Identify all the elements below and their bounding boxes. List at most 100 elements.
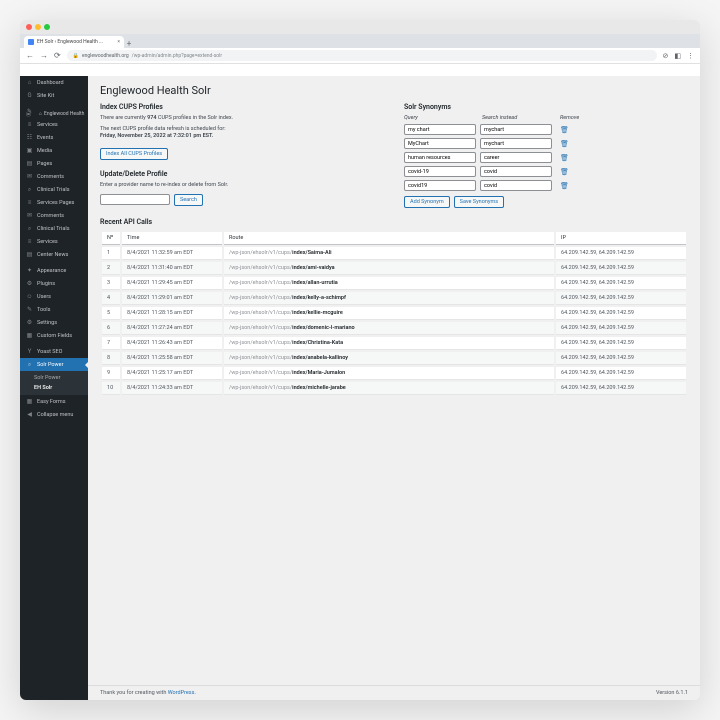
sidebar-item-media[interactable]: ▣Media xyxy=(20,144,88,157)
sidebar-item-collapse-menu[interactable]: ◀Collapse menu xyxy=(20,408,88,421)
synonym-header: Query Search instead Remove xyxy=(404,115,688,121)
sidebar-item-pages[interactable]: ▤Pages xyxy=(20,157,88,170)
add-synonym-button[interactable]: Add Synonym xyxy=(404,196,450,208)
menu-icon: ⚙ xyxy=(26,319,33,326)
lock-icon: 🔒 xyxy=(73,53,79,59)
table-row: 108/4/2021 11:24:33 am EDT/wp-json/ehsol… xyxy=(102,382,686,395)
extension-icon[interactable]: ◧ xyxy=(674,52,681,60)
minimize-window-icon[interactable] xyxy=(35,24,41,30)
sidebar-item-clinical-trials[interactable]: ⌕Clinical Trials xyxy=(20,222,88,235)
trash-icon[interactable]: 🗑 xyxy=(560,168,569,176)
synonym-row: 🗑 xyxy=(404,138,688,149)
sidebar-item-appearance[interactable]: ✦Appearance xyxy=(20,264,88,277)
new-tab-button[interactable]: + xyxy=(124,39,134,48)
browser-window: EH Solr ‹ Englewood Health ... × + ← → ⟳… xyxy=(20,20,700,700)
synonym-instead-input[interactable] xyxy=(480,138,552,149)
url-host: englewoodhealth.org xyxy=(82,53,129,59)
macos-titlebar xyxy=(20,20,700,34)
menu-icon: Y xyxy=(26,348,33,355)
browser-tab[interactable]: EH Solr ‹ Englewood Health ... × xyxy=(24,36,124,48)
update-heading: Update/Delete Profile xyxy=(100,170,384,178)
index-heading: Index CUPS Profiles xyxy=(100,103,384,111)
synonym-row: 🗑 xyxy=(404,180,688,191)
main-content: Englewood Health Solr Index CUPS Profile… xyxy=(88,76,700,700)
version-text: Version 6.1.1 xyxy=(656,690,688,696)
forward-icon[interactable]: → xyxy=(40,51,48,60)
sidebar-item-users[interactable]: ☺Users xyxy=(20,290,88,303)
menu-icon: ✎ xyxy=(26,306,33,313)
synonym-instead-input[interactable] xyxy=(480,180,552,191)
table-row: 78/4/2021 11:26:43 am EDT/wp-json/ehsolr… xyxy=(102,337,686,350)
menu-icon: ⌕ xyxy=(26,361,33,368)
synonym-row: 🗑 xyxy=(404,124,688,135)
back-icon[interactable]: ← xyxy=(26,51,34,60)
trash-icon[interactable]: 🗑 xyxy=(560,126,569,134)
submenu-eh-solr[interactable]: EH Solr xyxy=(20,383,88,393)
save-synonyms-button[interactable]: Save Synonyms xyxy=(454,196,504,208)
sidebar-item-comments[interactable]: ✉Comments xyxy=(20,209,88,222)
menu-icon: ≡ xyxy=(26,121,33,128)
menu-icon: ▦ xyxy=(26,332,33,339)
search-button[interactable]: Search xyxy=(174,194,203,206)
synonym-instead-input[interactable] xyxy=(480,124,552,135)
synonym-instead-input[interactable] xyxy=(480,152,552,163)
sidebar-item-custom-fields[interactable]: ▦Custom Fields xyxy=(20,329,88,342)
site-link[interactable]: ⌂ Englewood Health xyxy=(39,111,84,117)
close-tab-icon[interactable]: × xyxy=(117,39,120,45)
api-heading: Recent API Calls xyxy=(100,218,688,226)
sidebar-item-events[interactable]: ☷Events xyxy=(20,131,88,144)
reload-icon[interactable]: ⟳ xyxy=(54,51,61,60)
menu-icon: ✦ xyxy=(26,267,33,274)
menu-icon: ✎ xyxy=(26,108,33,115)
sidebar-item-services[interactable]: ≡Services xyxy=(20,235,88,248)
menu-icon: ▤ xyxy=(26,160,33,167)
sidebar-item-center-news[interactable]: ▤Center News xyxy=(20,248,88,261)
api-calls-table: Nº Time Route IP 18/4/2021 11:32:59 am E… xyxy=(100,230,688,397)
no-tracking-icon[interactable]: ⊘ xyxy=(663,52,669,60)
col-n: Nº xyxy=(102,232,120,245)
trash-icon[interactable]: 🗑 xyxy=(560,182,569,190)
synonym-instead-input[interactable] xyxy=(480,166,552,177)
sidebar-item-plugins[interactable]: ⚙Plugins xyxy=(20,277,88,290)
synonym-query-input[interactable] xyxy=(404,152,476,163)
index-all-button[interactable]: Index All CUPS Profiles xyxy=(100,148,168,160)
sidebar-item-clinical-trials[interactable]: ⌕Clinical Trials xyxy=(20,183,88,196)
table-row: 28/4/2021 11:31:40 am EDT/wp-json/ehsolr… xyxy=(102,262,686,275)
sidebar-item-tools[interactable]: ✎Tools xyxy=(20,303,88,316)
sidebar-item-yoast-seo[interactable]: YYoast SEO xyxy=(20,345,88,358)
menu-icon: G xyxy=(26,92,33,99)
address-bar[interactable]: 🔒 englewoodhealth.org/wp-admin/admin.php… xyxy=(67,50,657,61)
trash-icon[interactable]: 🗑 xyxy=(560,140,569,148)
synonym-query-input[interactable] xyxy=(404,138,476,149)
index-count-text: There are currently 974 CUPS profiles in… xyxy=(100,115,384,123)
menu-icon: ▣ xyxy=(26,147,33,154)
trash-icon[interactable]: 🗑 xyxy=(560,154,569,162)
wordpress-link[interactable]: WordPress xyxy=(168,690,195,696)
menu-icon: ⚙ xyxy=(26,280,33,287)
sidebar-item-comments[interactable]: ✉Comments xyxy=(20,170,88,183)
submenu-solr-power[interactable]: Solr Power xyxy=(20,373,88,383)
table-row: 18/4/2021 11:32:59 am EDT/wp-json/ehsolr… xyxy=(102,247,686,260)
sidebar-item-services-pages[interactable]: ≡Services Pages xyxy=(20,196,88,209)
synonyms-heading: Solr Synonyms xyxy=(404,103,688,111)
wp-footer: Thank you for creating with WordPress. V… xyxy=(88,685,700,700)
synonym-query-input[interactable] xyxy=(404,124,476,135)
menu-icon[interactable]: ⋮ xyxy=(687,52,694,60)
close-window-icon[interactable] xyxy=(26,24,32,30)
sidebar-item-easy-forms[interactable]: ▦Easy Forms xyxy=(20,395,88,408)
sidebar-item-site-kit[interactable]: GSite Kit xyxy=(20,89,88,102)
synonym-query-input[interactable] xyxy=(404,180,476,191)
menu-icon: ≡ xyxy=(26,238,33,245)
menu-icon: ⌂ xyxy=(26,79,33,86)
provider-search-input[interactable] xyxy=(100,194,170,205)
menu-icon: ✉ xyxy=(26,212,33,219)
menu-icon: ▤ xyxy=(26,251,33,258)
sidebar-item-settings[interactable]: ⚙Settings xyxy=(20,316,88,329)
sidebar-item-dashboard[interactable]: ⌂Dashboard xyxy=(20,76,88,89)
synonym-query-input[interactable] xyxy=(404,166,476,177)
menu-icon: ⌕ xyxy=(26,186,33,193)
maximize-window-icon[interactable] xyxy=(44,24,50,30)
index-schedule-text: The next CUPS profile data refresh is sc… xyxy=(100,126,384,141)
sidebar-item-solr-power[interactable]: ⌕Solr Power xyxy=(20,358,88,371)
synonym-row: 🗑 xyxy=(404,166,688,177)
